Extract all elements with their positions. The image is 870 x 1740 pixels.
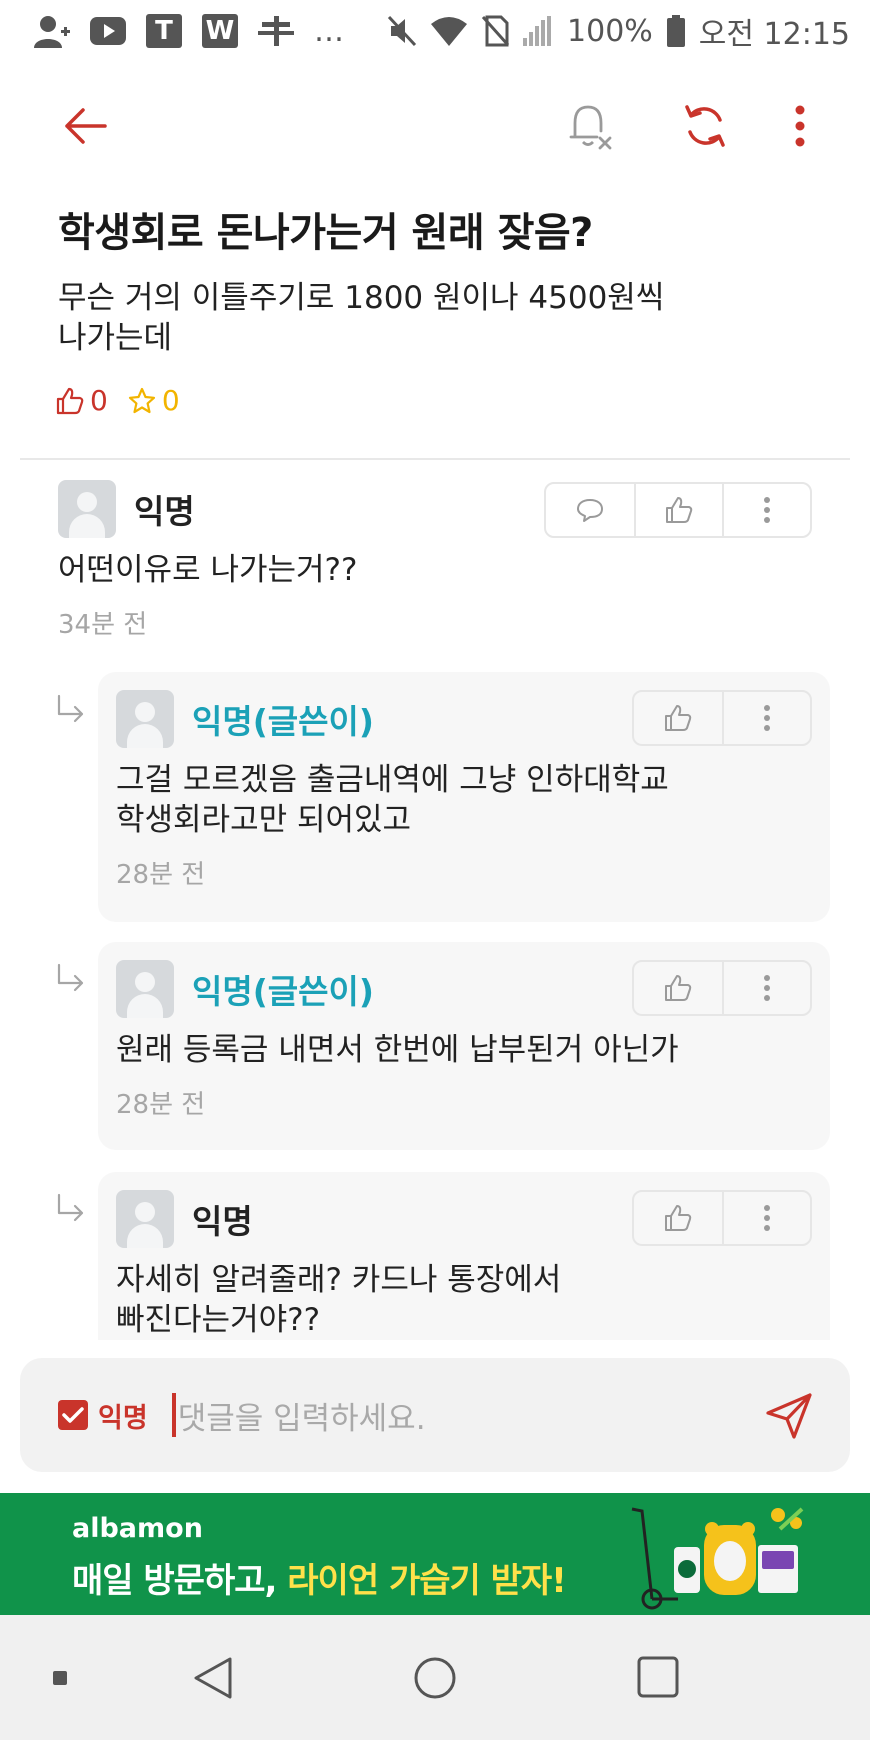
ad-headline: 매일 방문하고, 라이언 가습기 받자! <box>72 1553 567 1602</box>
reply-arrow-icon <box>57 1193 84 1222</box>
like-button[interactable] <box>634 962 722 1014</box>
system-nav-bar <box>0 1615 870 1740</box>
like-count-value: 0 <box>90 384 108 417</box>
nav-back-button[interactable] <box>188 1655 238 1701</box>
t-app-icon: T <box>146 14 182 48</box>
post-divider <box>20 458 850 460</box>
scrap-count: 0 <box>128 384 180 417</box>
send-button[interactable] <box>764 1391 814 1441</box>
thumbs-up-icon <box>665 1205 692 1231</box>
ad-banner[interactable]: albamon 매일 방문하고, 라이언 가습기 받자! <box>0 1493 870 1615</box>
thumbs-up-icon <box>665 705 692 731</box>
comment-more-button[interactable] <box>722 1192 810 1244</box>
comment-more-button[interactable] <box>722 692 810 744</box>
scrap-count-value: 0 <box>161 384 180 417</box>
nav-recents-button[interactable] <box>634 1653 682 1701</box>
battery-icon <box>666 13 685 49</box>
post-stats: 0 13 0 <box>56 384 184 897</box>
triangle-back-icon <box>194 1657 232 1699</box>
more-vert-icon <box>764 705 770 731</box>
comment-item: 익명 어떤이유로 나가는거?? 34분 전 <box>58 480 812 641</box>
comment-more-button[interactable] <box>722 962 810 1014</box>
check-icon <box>62 1407 84 1423</box>
comment-text: 어떤이유로 나가는거?? <box>58 552 358 588</box>
comment-time: 34분 전 <box>58 610 148 640</box>
reply-item: 익명(글쓴이) 그걸 모르겠음 출금내역에 그냥 인하대학교 학생회라고만 되어… <box>98 672 830 922</box>
anonymous-label[interactable]: 익명 <box>98 1396 148 1435</box>
avatar <box>116 1190 174 1248</box>
signal-icon <box>523 13 553 49</box>
thumbs-up-icon <box>666 497 693 523</box>
text-cursor <box>171 1393 176 1437</box>
comment-input-bar: 익명 댓글을 입력하세요. <box>20 1358 850 1472</box>
ad-product-image <box>631 1507 804 1610</box>
more-vert-icon <box>764 497 770 523</box>
youtube-icon <box>90 13 126 49</box>
reply-item: 익명(글쓴이) 원래 등록금 내면서 한번에 납부된거 아닌가 28분 전 <box>98 942 830 1150</box>
person-add-icon <box>34 13 70 49</box>
star-icon <box>128 387 155 413</box>
notification-off-icon[interactable] <box>560 96 620 156</box>
comment-author: 익명 <box>192 1202 253 1241</box>
post-title: 학생회로 돈나가는거 원래 잦음? <box>58 210 593 256</box>
comment-text: 그걸 모르겠음 출금내역에 그냥 인하대학교 학생회라고만 되어있고 <box>116 762 669 838</box>
anonymous-checkbox[interactable] <box>58 1400 88 1430</box>
nav-home-button[interactable] <box>410 1653 460 1703</box>
comment-time: 28분 전 <box>116 860 206 890</box>
wifi-icon <box>431 13 468 49</box>
mute-icon <box>387 13 417 49</box>
reply-arrow-icon <box>57 694 84 723</box>
avatar <box>116 960 174 1018</box>
comment-actions <box>632 960 812 1016</box>
comment-author: 익명(글쓴이) <box>192 972 374 1011</box>
ad-headline-highlight: 라이언 가습기 받자! <box>287 1561 566 1601</box>
comment-bubble-icon <box>577 499 603 522</box>
battery-percent: 100% <box>567 13 653 49</box>
more-vert-icon[interactable] <box>770 96 830 156</box>
more-vert-icon <box>764 975 770 1001</box>
refresh-icon[interactable] <box>675 96 735 156</box>
square-dot-icon <box>53 1671 67 1685</box>
status-time: 오전 12:15 <box>698 17 850 52</box>
comment-input[interactable]: 댓글을 입력하세요. <box>178 1393 426 1438</box>
comment-time: 28분 전 <box>116 1090 206 1120</box>
comment-more-button[interactable] <box>722 484 810 536</box>
comment-text: 자세히 알려줄래? 카드나 통장에서 빠진다는거야?? <box>116 1262 562 1338</box>
reply-button[interactable] <box>546 484 634 536</box>
ad-headline-white: 매일 방문하고, <box>72 1561 277 1601</box>
send-icon <box>766 1393 812 1439</box>
like-count: 0 <box>56 384 108 417</box>
status-bar: T W … 100% 오전 12:15 <box>0 0 870 62</box>
w-app-icon: W <box>202 14 238 48</box>
reply-item: 익명 자세히 알려줄래? 카드나 통장에서 빠진다는거야?? <box>98 1172 830 1340</box>
status-bar-notifications: T W … <box>34 13 344 49</box>
avatar <box>116 690 174 748</box>
like-button[interactable] <box>634 1192 722 1244</box>
square-recents-icon <box>637 1656 679 1698</box>
ad-brand: albamon <box>72 1513 203 1544</box>
no-sim-icon <box>481 13 510 49</box>
more-notifications-icon: … <box>314 13 344 49</box>
circle-home-icon <box>414 1657 456 1699</box>
status-bar-system: 100% 오전 12:15 <box>387 9 850 53</box>
app-bar <box>0 62 870 192</box>
bike-icon <box>258 13 294 49</box>
post-body: 무슨 거의 이틀주기로 1800 원이나 4500원씩 나가는데 <box>58 280 665 356</box>
comment-actions <box>632 690 812 746</box>
avatar <box>58 480 116 538</box>
comment-author: 익명(글쓴이) <box>192 702 374 741</box>
like-button[interactable] <box>634 484 722 536</box>
recent-dot-button[interactable] <box>52 1670 68 1686</box>
comment-author: 익명 <box>134 492 195 531</box>
comment-text: 원래 등록금 내면서 한번에 납부된거 아닌가 <box>116 1032 679 1068</box>
thumbs-up-icon <box>56 387 84 414</box>
back-arrow-icon[interactable] <box>55 96 115 156</box>
thumbs-up-icon <box>665 975 692 1001</box>
like-button[interactable] <box>634 692 722 744</box>
reply-arrow-icon <box>57 963 84 992</box>
comment-actions <box>544 482 812 538</box>
comment-actions <box>632 1190 812 1246</box>
more-vert-icon <box>764 1205 770 1231</box>
